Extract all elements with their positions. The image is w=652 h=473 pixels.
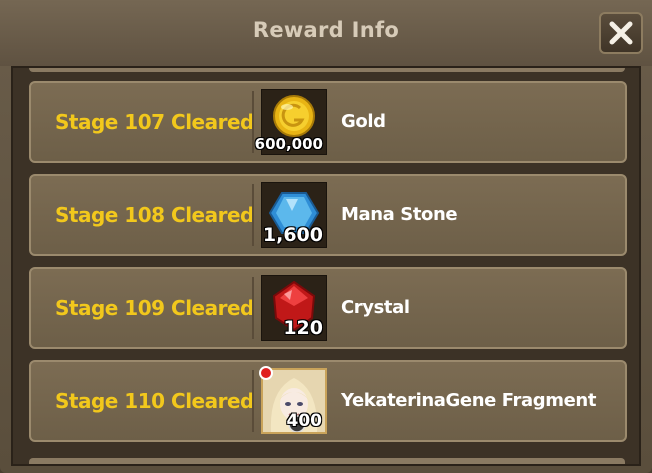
crystal-icon[interactable]: 120 <box>261 275 327 341</box>
reward-info-dialog: Reward Info Stage 107 Cleared 600,000 Go… <box>0 0 652 473</box>
item-name: YekaterinaGene Fragment <box>341 390 597 411</box>
row-divider <box>252 277 254 339</box>
stage-label: Stage 108 Cleared <box>55 203 254 227</box>
partial-row-bottom <box>29 458 625 464</box>
item-name: Gold <box>341 111 386 132</box>
quantity-label: 1,600 <box>262 224 323 246</box>
reward-list[interactable]: Stage 107 Cleared 600,000 Gold Stage 108… <box>11 66 641 466</box>
reward-row: Stage 110 Cleared 400 YekaterinaGene Fra… <box>29 360 627 442</box>
quantity-label: 400 <box>286 411 323 431</box>
reward-row: Stage 109 Cleared 120 Crystal <box>29 267 627 349</box>
row-divider <box>252 184 254 246</box>
reward-row: Stage 108 Cleared 1,600 Mana Stone <box>29 174 627 256</box>
title-bar: Reward Info <box>0 0 652 66</box>
quantity-label: 120 <box>283 317 323 339</box>
scrollbar[interactable] <box>639 422 641 456</box>
item-name: Crystal <box>341 297 410 318</box>
stage-label: Stage 110 Cleared <box>55 389 254 413</box>
stage-label: Stage 109 Cleared <box>55 296 254 320</box>
partial-row-top <box>29 68 625 72</box>
close-button[interactable] <box>599 12 643 54</box>
mana-stone-icon[interactable]: 1,600 <box>261 182 327 248</box>
notification-badge-icon <box>259 366 273 380</box>
quantity-label: 600,000 <box>254 135 323 153</box>
row-divider <box>252 370 254 432</box>
stage-label: Stage 107 Cleared <box>55 110 254 134</box>
dialog-title: Reward Info <box>252 18 400 42</box>
close-x-icon <box>609 21 633 45</box>
gold-coin-icon[interactable]: 600,000 <box>255 89 327 155</box>
character-portrait-icon[interactable]: 400 <box>259 366 327 434</box>
reward-row: Stage 107 Cleared 600,000 Gold <box>29 81 627 163</box>
item-name: Mana Stone <box>341 204 458 225</box>
